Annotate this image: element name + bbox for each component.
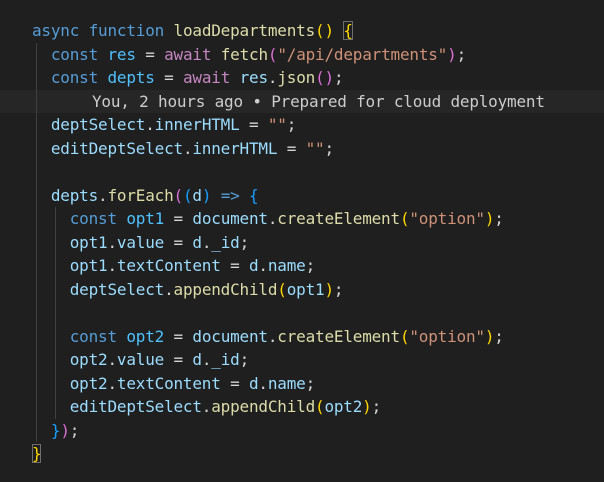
code-line-9[interactable]: const opt1 = document.createElement("opt…: [0, 207, 604, 231]
code-line-7[interactable]: [0, 160, 604, 184]
code-line-3-text: const depts = await res.json();: [50, 68, 344, 87]
code-line-15-text: opt2.value = d._id;: [69, 350, 250, 369]
code-line-10[interactable]: opt1.value = d._id;: [0, 230, 604, 254]
code-line-10-text: opt1.value = d._id;: [69, 232, 250, 252]
indent-guide: [55, 301, 56, 325]
code-line-8-text: depts.forEach((d) => {: [50, 185, 259, 205]
code-line-2-text: const res = await fetch("/api/department…: [50, 44, 466, 64]
code-line-16[interactable]: opt2.textContent = d.name;: [0, 371, 604, 395]
code-line-1-text: async function loadDepartments() {: [32, 21, 353, 40]
code-line-16-text: opt2.textContent = d.name;: [69, 373, 316, 393]
code-line-11[interactable]: opt1.textContent = d.name;: [0, 254, 604, 278]
git-blame-annotation: You, 2 hours ago • Prepared for cloud de…: [92, 91, 545, 111]
code-line-11-text: opt1.textContent = d.name;: [69, 256, 316, 275]
code-line-3[interactable]: const depts = await res.json();: [0, 66, 604, 90]
code-line-14[interactable]: const opt2 = document.createElement("opt…: [0, 324, 604, 348]
indent-guide: [36, 89, 37, 113]
code-line-18[interactable]: });: [0, 418, 604, 442]
code-line-5-text: deptSelect.innerHTML = "";: [50, 115, 297, 134]
indent-guide: [36, 301, 37, 325]
code-line-17-text: editDeptSelect.appendChild(opt2);: [69, 397, 382, 416]
indent-guide: [36, 160, 37, 184]
code-line-18-text: });: [50, 420, 80, 440]
code-line-2[interactable]: const res = await fetch("/api/department…: [0, 42, 604, 66]
code-editor[interactable]: async function loadDepartments() { const…: [0, 0, 604, 482]
code-line-6-text: editDeptSelect.innerHTML = "";: [50, 138, 334, 158]
code-line-8[interactable]: depts.forEach((d) => {: [0, 183, 604, 207]
code-line-1[interactable]: async function loadDepartments() {: [0, 19, 604, 43]
code-line-4[interactable]: You, 2 hours ago • Prepared for cloud de…: [0, 89, 604, 113]
code-line-15[interactable]: opt2.value = d._id;: [0, 348, 604, 372]
code-line-12[interactable]: deptSelect.appendChild(opt1);: [0, 277, 604, 301]
code-line-17[interactable]: editDeptSelect.appendChild(opt2);: [0, 395, 604, 419]
code-line-19[interactable]: }: [0, 442, 604, 466]
code-line-14-text: const opt2 = document.createElement("opt…: [69, 326, 504, 346]
code-line-13[interactable]: [0, 301, 604, 325]
code-line-19-text: }: [32, 444, 42, 463]
code-line-5[interactable]: deptSelect.innerHTML = "";: [0, 113, 604, 137]
code-line-6[interactable]: editDeptSelect.innerHTML = "";: [0, 136, 604, 160]
code-line-12-text: deptSelect.appendChild(opt1);: [69, 279, 344, 299]
code-line-9-text: const opt1 = document.createElement("opt…: [69, 209, 504, 228]
